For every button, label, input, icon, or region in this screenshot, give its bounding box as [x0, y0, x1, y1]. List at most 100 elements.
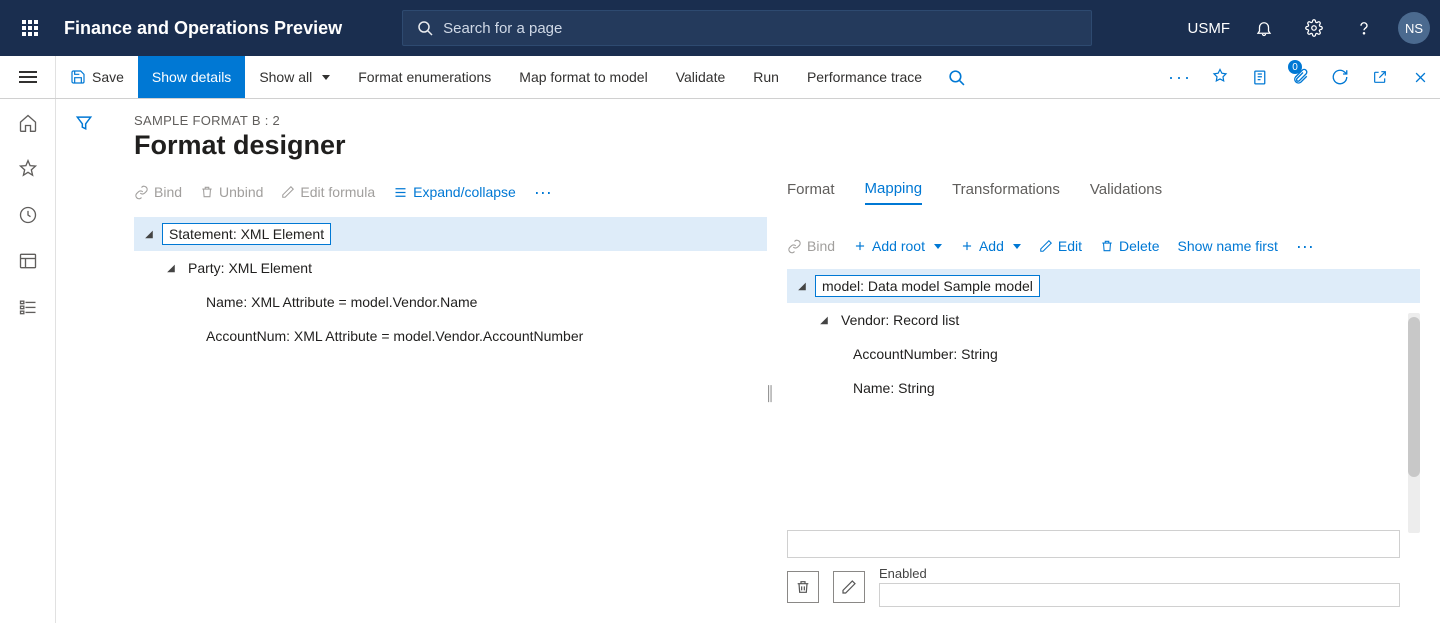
scrollbar[interactable] — [1408, 313, 1420, 533]
trash-icon — [795, 579, 811, 595]
tree-row-vendor[interactable]: ◢ Vendor: Record list — [787, 303, 1420, 337]
tree-label: AccountNumber: String — [849, 344, 1002, 364]
global-search[interactable] — [402, 10, 1092, 46]
popout-button[interactable] — [1360, 56, 1400, 98]
delete-button[interactable]: Delete — [1100, 238, 1159, 254]
edit-property-button[interactable] — [833, 571, 865, 603]
add-root-label: Add root — [872, 238, 925, 254]
save-icon — [70, 69, 86, 85]
mapping-toolbar-overflow[interactable]: ··· — [1296, 236, 1314, 257]
mapping-bind-button[interactable]: Bind — [787, 238, 835, 254]
trash-icon — [1100, 239, 1114, 253]
run-button[interactable]: Run — [739, 56, 793, 98]
bind-button[interactable]: Bind — [134, 184, 182, 200]
add-root-button[interactable]: Add root — [853, 238, 942, 254]
user-avatar[interactable]: NS — [1398, 12, 1430, 44]
tab-mapping[interactable]: Mapping — [865, 180, 923, 205]
tree-label: Statement: XML Element — [162, 223, 331, 245]
tree-row-party[interactable]: ◢ Party: XML Element — [134, 251, 767, 285]
action-search-button[interactable] — [936, 56, 976, 98]
refresh-button[interactable] — [1320, 56, 1360, 98]
edit-button[interactable]: Edit — [1039, 238, 1082, 254]
format-enumerations-label: Format enumerations — [358, 69, 491, 85]
tab-format[interactable]: Format — [787, 181, 835, 204]
page-body: SAMPLE FORMAT B : 2 Format designer Bind… — [0, 99, 1440, 623]
tree-row-name-attr[interactable]: Name: XML Attribute = model.Vendor.Name — [134, 285, 767, 319]
overflow-button[interactable]: ··· — [1160, 56, 1200, 98]
map-format-button[interactable]: Map format to model — [505, 56, 661, 98]
rail-recent[interactable] — [18, 205, 38, 225]
tree-label: Name: XML Attribute = model.Vendor.Name — [202, 292, 481, 312]
mapping-tree: ◢ model: Data model Sample model ◢ Vendo… — [787, 269, 1420, 405]
attachments-button[interactable]: 0 — [1280, 56, 1320, 98]
validate-label: Validate — [676, 69, 726, 85]
pencil-icon — [1039, 239, 1053, 253]
performance-trace-button[interactable]: Performance trace — [793, 56, 936, 98]
edit-formula-label: Edit formula — [300, 184, 375, 200]
global-header: Finance and Operations Preview USMF NS — [0, 0, 1440, 56]
action-bar: Save Show details Show all Format enumer… — [0, 56, 1440, 99]
unbind-button[interactable]: Unbind — [200, 184, 263, 200]
edit-formula-button[interactable]: Edit formula — [281, 184, 375, 200]
pencil-icon — [841, 579, 857, 595]
page-title: Format designer — [134, 130, 1420, 161]
tab-validations[interactable]: Validations — [1090, 181, 1162, 204]
add-button[interactable]: Add — [960, 238, 1021, 254]
tree-row-statement[interactable]: ◢ Statement: XML Element — [134, 217, 767, 251]
notifications-button[interactable] — [1244, 8, 1284, 48]
page-options-button[interactable] — [1240, 56, 1280, 98]
hamburger-icon — [19, 68, 37, 86]
rail-home[interactable] — [18, 113, 38, 133]
settings-button[interactable] — [1294, 8, 1334, 48]
close-button[interactable] — [1400, 56, 1440, 98]
caret-icon[interactable]: ◢ — [795, 281, 809, 292]
mapping-toolbar: Bind Add root Add Edit — [787, 229, 1420, 263]
company-label[interactable]: USMF — [1188, 20, 1231, 37]
nav-toggle[interactable] — [0, 56, 56, 98]
enabled-input[interactable] — [879, 583, 1400, 607]
mapping-column: Format Mapping Transformations Validatio… — [787, 175, 1420, 615]
show-name-first-button[interactable]: Show name first — [1177, 238, 1277, 254]
rail-workspaces[interactable] — [18, 251, 38, 271]
caret-icon[interactable]: ◢ — [142, 229, 156, 240]
plus-icon — [960, 239, 974, 253]
tree-row-accountnumber[interactable]: AccountNumber: String — [787, 337, 1420, 371]
rail-modules[interactable] — [18, 297, 38, 317]
expand-collapse-label: Expand/collapse — [413, 184, 516, 200]
chevron-down-icon — [1013, 244, 1021, 249]
tree-label: Vendor: Record list — [837, 310, 963, 330]
caret-icon[interactable]: ◢ — [164, 263, 178, 274]
format-toolbar-overflow[interactable]: ··· — [534, 182, 552, 203]
app-launcher-button[interactable] — [10, 8, 50, 48]
rail-favorites[interactable] — [18, 159, 38, 179]
save-button[interactable]: Save — [56, 56, 138, 98]
show-all-button[interactable]: Show all — [245, 56, 344, 98]
show-details-button[interactable]: Show details — [138, 56, 245, 98]
search-input[interactable] — [443, 20, 1077, 37]
header-right: USMF NS — [1188, 8, 1431, 48]
property-input-1[interactable] — [787, 530, 1400, 558]
filter-pane-toggle[interactable] — [56, 99, 112, 623]
attachments-count: 0 — [1288, 60, 1302, 74]
delete-property-button[interactable] — [787, 571, 819, 603]
trash-icon — [200, 185, 214, 199]
format-column: Bind Unbind Edit formula Expand/collapse — [134, 175, 767, 615]
tab-transformations[interactable]: Transformations — [952, 181, 1060, 204]
splitter-handle[interactable]: ║ — [765, 385, 775, 401]
app-title: Finance and Operations Preview — [64, 18, 342, 39]
validate-button[interactable]: Validate — [662, 56, 740, 98]
tree-row-name[interactable]: Name: String — [787, 371, 1420, 405]
personalize-button[interactable] — [1200, 56, 1240, 98]
delete-label: Delete — [1119, 238, 1159, 254]
pencil-icon — [281, 185, 295, 199]
bind-label: Bind — [154, 184, 182, 200]
tree-row-model[interactable]: ◢ model: Data model Sample model — [787, 269, 1420, 303]
format-enumerations-button[interactable]: Format enumerations — [344, 56, 505, 98]
edit-label: Edit — [1058, 238, 1082, 254]
expand-collapse-button[interactable]: Expand/collapse — [393, 184, 516, 200]
save-label: Save — [92, 69, 124, 85]
format-toolbar: Bind Unbind Edit formula Expand/collapse — [134, 175, 767, 209]
help-button[interactable] — [1344, 8, 1384, 48]
tree-row-account-attr[interactable]: AccountNum: XML Attribute = model.Vendor… — [134, 319, 767, 353]
caret-icon[interactable]: ◢ — [817, 315, 831, 326]
